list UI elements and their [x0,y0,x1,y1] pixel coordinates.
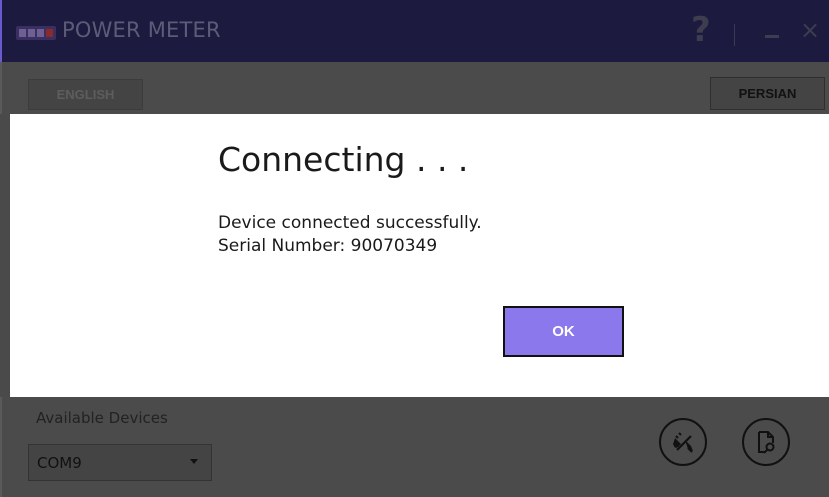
ok-button[interactable]: OK [503,306,624,357]
report-button[interactable] [742,418,790,466]
app-title: POWER METER [62,18,221,42]
unplug-icon [673,432,693,453]
app-logo-icon [16,26,56,40]
document-search-icon [758,431,775,454]
device-select[interactable]: COM9 [28,444,212,481]
persian-button[interactable]: PERSIAN [710,77,825,110]
english-button[interactable]: ENGLISH [28,79,143,110]
device-panel: Available Devices COM9 [0,397,829,497]
help-icon[interactable]: ? [691,10,711,50]
serial-number-text: Serial Number: 90070349 [218,235,438,256]
connecting-dialog: Connecting . . . Device connected succes… [10,114,829,397]
disconnect-button[interactable] [659,418,707,466]
minimize-icon[interactable] [765,35,779,38]
chevron-down-icon [190,459,198,464]
dialog-title: Connecting . . . [218,140,469,179]
close-icon[interactable]: × [800,16,820,44]
title-bar-divider [734,24,735,46]
status-message: Device connected successfully. [218,213,482,233]
language-bar: ENGLISH PERSIAN [0,62,829,114]
title-bar: POWER METER ? × [0,0,829,62]
device-select-value: COM9 [37,453,82,472]
available-devices-label: Available Devices [36,409,168,427]
dialog-message: Device connected successfully. Serial Nu… [218,212,482,258]
